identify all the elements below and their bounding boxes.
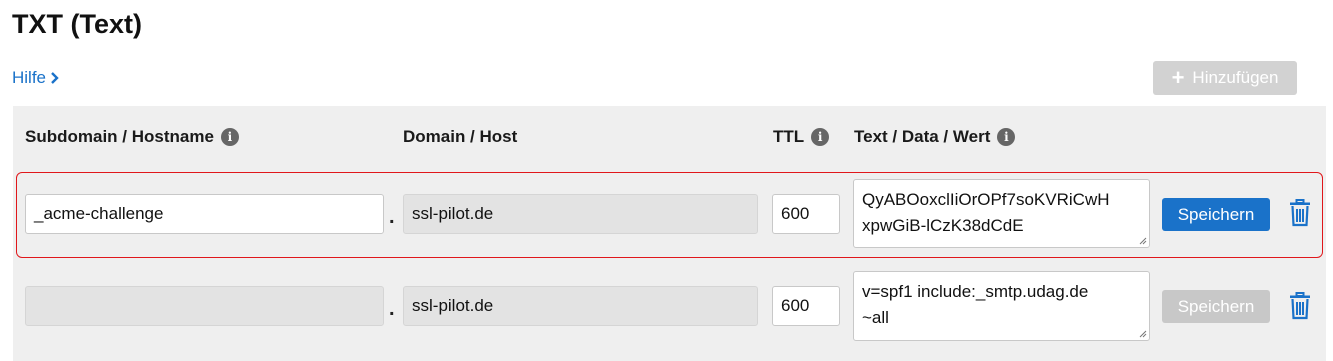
text-value-textarea[interactable]: v=spf1 include:_smtp.udag.de ~all [853,271,1150,341]
domain-field: ssl-pilot.de [403,194,758,234]
column-header-text-label: Text / Data / Wert [854,127,991,146]
text-value-line-2: ~all [862,308,889,327]
text-value-textarea[interactable]: QyABOoxclIiOrOPf7soKVRiCwH xpwGiB-lCzK38… [853,179,1150,248]
help-label: Hilfe [12,68,47,87]
ttl-value: 600 [781,204,810,223]
column-header-ttl: TTL i [773,127,830,147]
resize-grip-icon[interactable] [1139,330,1147,338]
subdomain-input[interactable]: _acme-challenge [25,194,384,234]
info-icon[interactable]: i [997,128,1016,146]
column-header-subdomain: Subdomain / Hostname i [25,127,239,147]
column-header-subdomain-label: Subdomain / Hostname [25,127,214,146]
ttl-value: 600 [781,296,810,315]
domain-separator: . [389,206,395,228]
chevron-right-icon [51,72,59,84]
save-button[interactable]: Speichern [1162,198,1270,231]
add-button[interactable]: + Hinzufügen [1153,61,1297,95]
domain-value: ssl-pilot.de [412,296,494,315]
help-link[interactable]: Hilfe [12,68,60,88]
text-value-line-2: xpwGiB-lCzK38dCdE [862,216,1024,235]
add-button-label: Hinzufügen [1192,68,1279,87]
text-value-line-1: QyABOoxclIiOrOPf7soKVRiCwH [862,190,1110,209]
column-header-text: Text / Data / Wert i [854,127,1016,147]
subdomain-input[interactable] [25,286,384,326]
domain-separator: . [389,298,395,320]
domain-value: ssl-pilot.de [412,204,494,223]
info-icon[interactable]: i [220,128,239,146]
text-value-line-1: v=spf1 include:_smtp.udag.de [862,282,1089,301]
page-title: TXT (Text) [12,9,142,39]
plus-icon: + [1171,65,1185,90]
info-icon[interactable]: i [811,128,830,146]
domain-field: ssl-pilot.de [403,286,758,326]
trash-icon[interactable] [1288,199,1312,227]
column-header-ttl-label: TTL [773,127,805,146]
trash-icon[interactable] [1288,292,1312,320]
ttl-input[interactable]: 600 [772,194,840,234]
resize-grip-icon[interactable] [1139,237,1147,245]
ttl-input[interactable]: 600 [772,286,840,326]
column-header-domain: Domain / Host [403,127,517,147]
save-button[interactable]: Speichern [1162,290,1270,323]
subdomain-value: _acme-challenge [34,204,164,223]
column-header-domain-label: Domain / Host [403,127,518,146]
